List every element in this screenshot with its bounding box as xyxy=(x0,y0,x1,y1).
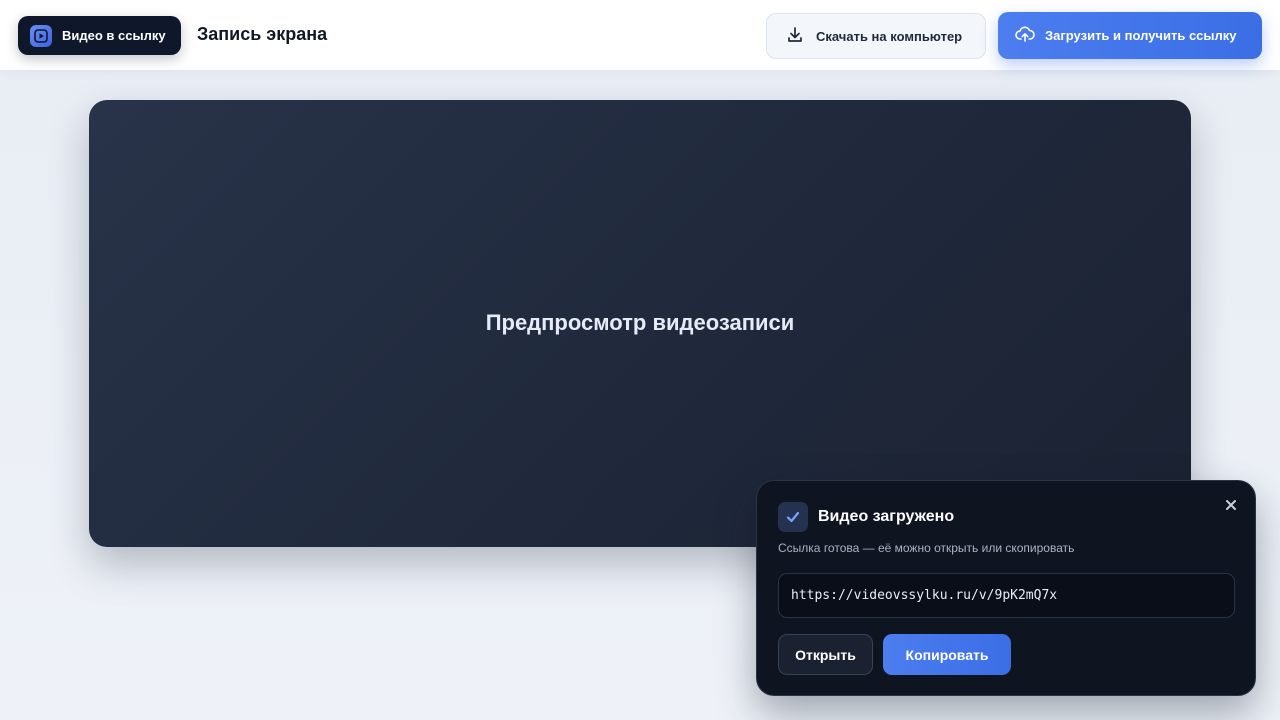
top-bar: Видео в ссылку Запись экрана Скачать на … xyxy=(0,0,1280,71)
upload-label: Загрузить и получить ссылку xyxy=(1045,28,1237,43)
check-icon xyxy=(778,502,808,532)
download-icon xyxy=(786,26,804,47)
upload-button[interactable]: Загрузить и получить ссылку xyxy=(998,12,1262,59)
cloud-upload-icon xyxy=(1015,25,1035,46)
upload-success-toast: Видео загружено Ссылка готова — её можно… xyxy=(756,480,1256,696)
toast-title: Видео загружено xyxy=(818,508,955,525)
brand-button[interactable]: Видео в ссылку xyxy=(18,16,181,55)
share-url-field[interactable] xyxy=(778,573,1235,618)
download-label: Скачать на компьютер xyxy=(816,28,963,44)
toast-subtitle: Ссылка готова — её можно открыть или ско… xyxy=(778,541,1075,555)
close-icon[interactable] xyxy=(1221,495,1241,515)
page-title: Запись экрана xyxy=(197,24,328,44)
play-icon xyxy=(30,24,52,47)
brand-label: Видео в ссылку xyxy=(62,28,166,43)
open-button[interactable]: Открыть xyxy=(778,634,873,675)
copy-button[interactable]: Копировать xyxy=(883,634,1011,675)
preview-placeholder-text: Предпросмотр видеозаписи xyxy=(485,309,795,335)
download-button[interactable]: Скачать на компьютер xyxy=(766,13,986,59)
